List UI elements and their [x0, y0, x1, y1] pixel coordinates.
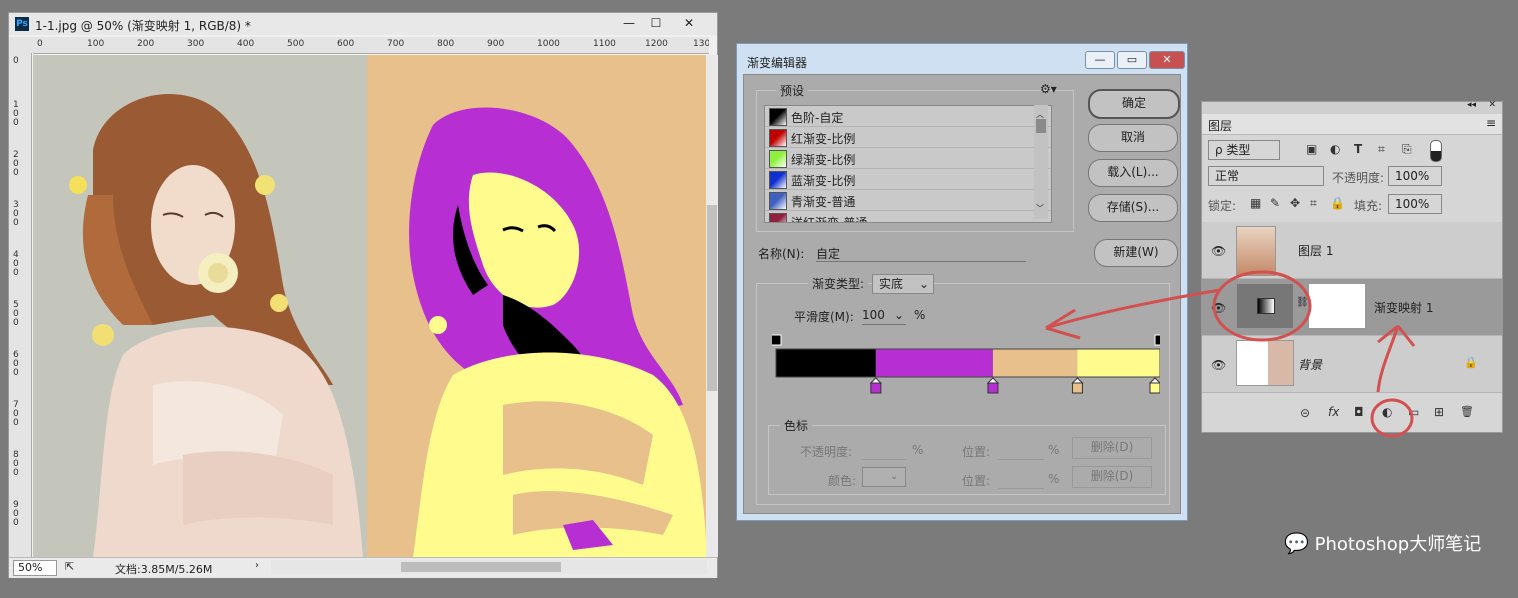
annotation-arrow — [1045, 288, 1221, 330]
watermark-text: Photoshop大师笔记 — [1314, 534, 1482, 555]
annotation-overlay — [1045, 270, 1416, 438]
wechat-icon: 💬 — [1284, 531, 1309, 555]
annotation-circle — [1370, 398, 1414, 438]
watermark: 💬 Photoshop大师笔记 — [1284, 530, 1481, 556]
annotation-circle — [1212, 270, 1312, 342]
